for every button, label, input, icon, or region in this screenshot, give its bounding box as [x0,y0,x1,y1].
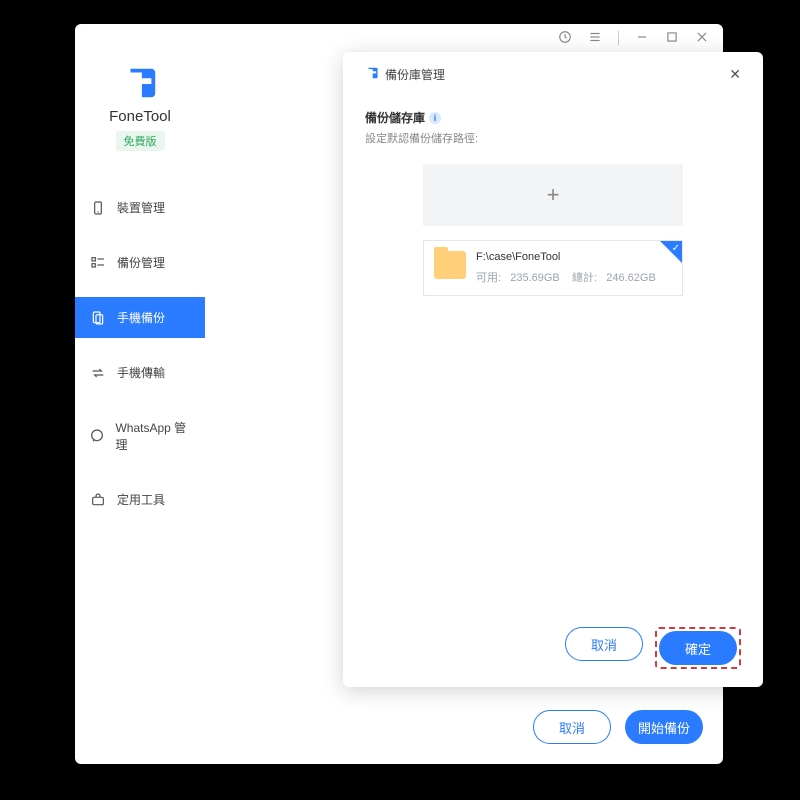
info-icon[interactable]: i [429,112,441,124]
modal-title: 備份庫管理 [385,66,445,83]
brand: FoneTool 免費版 [75,64,205,151]
selected-check-icon [660,241,682,263]
menu-icon[interactable] [588,30,602,47]
app-body: FoneTool 免費版 裝置管理 備份管理 [75,52,723,764]
sidebar-item-phone-backup[interactable]: 手機備份 [75,297,205,338]
modal-close-button[interactable]: ✕ [729,66,741,83]
titlebar-separator [618,31,619,45]
plus-icon: + [547,182,560,208]
modal-header: 備份庫管理 ✕ [365,66,741,83]
modal-cancel-button[interactable]: 取消 [565,627,643,661]
sidebar: FoneTool 免費版 裝置管理 備份管理 [75,52,205,764]
nav: 裝置管理 備份管理 手機備份 [75,187,205,534]
sidebar-item-transfer[interactable]: 手機傳輸 [75,352,205,393]
brand-logo-icon [121,64,159,102]
path-stats: 可用: 235.69GB 總計: 246.62GB [476,269,672,285]
modal-footer: 取消 確定 [365,627,741,669]
modal-confirm-button[interactable]: 確定 [659,631,737,665]
section-title: 備份儲存庫 i [365,109,741,126]
backup-library-modal: 備份庫管理 ✕ 備份儲存庫 i 設定默認備份儲存路徑: + [343,52,763,687]
transfer-icon [89,365,107,381]
brand-name: FoneTool [75,108,205,125]
path-list: + F:\case\FoneTool 可用: 235.69GB 總計: 246.… [365,164,741,296]
sidebar-item-label: 備份管理 [117,254,165,271]
content: 備份庫管理 ✕ 備份儲存庫 i 設定默認備份儲存路徑: + [205,52,723,764]
minimize-icon[interactable] [635,30,649,47]
total-value: 246.62GB [606,272,656,284]
sidebar-item-label: WhatsApp 管理 [115,419,191,453]
app-window: FoneTool 免費版 裝置管理 備份管理 [75,24,723,764]
titlebar [75,24,723,52]
confirm-highlight: 確定 [655,627,741,669]
sidebar-item-label: 手機傳輸 [117,364,165,381]
close-icon[interactable] [695,30,709,47]
sidebar-item-label: 定用工具 [117,491,165,508]
sidebar-item-device[interactable]: 裝置管理 [75,187,205,228]
bottom-cancel-button[interactable]: 取消 [533,710,611,744]
maximize-icon[interactable] [665,30,679,47]
sidebar-item-label: 裝置管理 [117,199,165,216]
sidebar-item-label: 手機備份 [117,309,165,326]
bottom-bar: 取消 開始備份 [533,710,703,744]
modal-logo-icon [365,66,379,83]
device-icon [89,200,107,216]
total-label: 總計: [572,272,597,284]
avail-label: 可用: [476,272,501,284]
add-path-button[interactable]: + [423,164,683,226]
backup-list-icon [89,255,107,271]
path-info: F:\case\FoneTool 可用: 235.69GB 總計: 246.62… [476,251,672,285]
sidebar-item-whatsapp[interactable]: WhatsApp 管理 [75,407,205,465]
folder-icon [434,251,466,279]
path-card[interactable]: F:\case\FoneTool 可用: 235.69GB 總計: 246.62… [423,240,683,296]
brand-badge: 免費版 [116,131,165,151]
section-subtitle: 設定默認備份儲存路徑: [365,130,741,146]
toolkit-icon [89,492,107,508]
bottom-start-button[interactable]: 開始備份 [625,710,703,744]
path-location: F:\case\FoneTool [476,251,672,263]
section-title-text: 備份儲存庫 [365,109,425,126]
phone-backup-icon [89,310,107,326]
history-icon[interactable] [558,30,572,47]
sidebar-item-toolkit[interactable]: 定用工具 [75,479,205,520]
whatsapp-icon [89,428,105,444]
avail-value: 235.69GB [510,272,560,284]
sidebar-item-backup-list[interactable]: 備份管理 [75,242,205,283]
